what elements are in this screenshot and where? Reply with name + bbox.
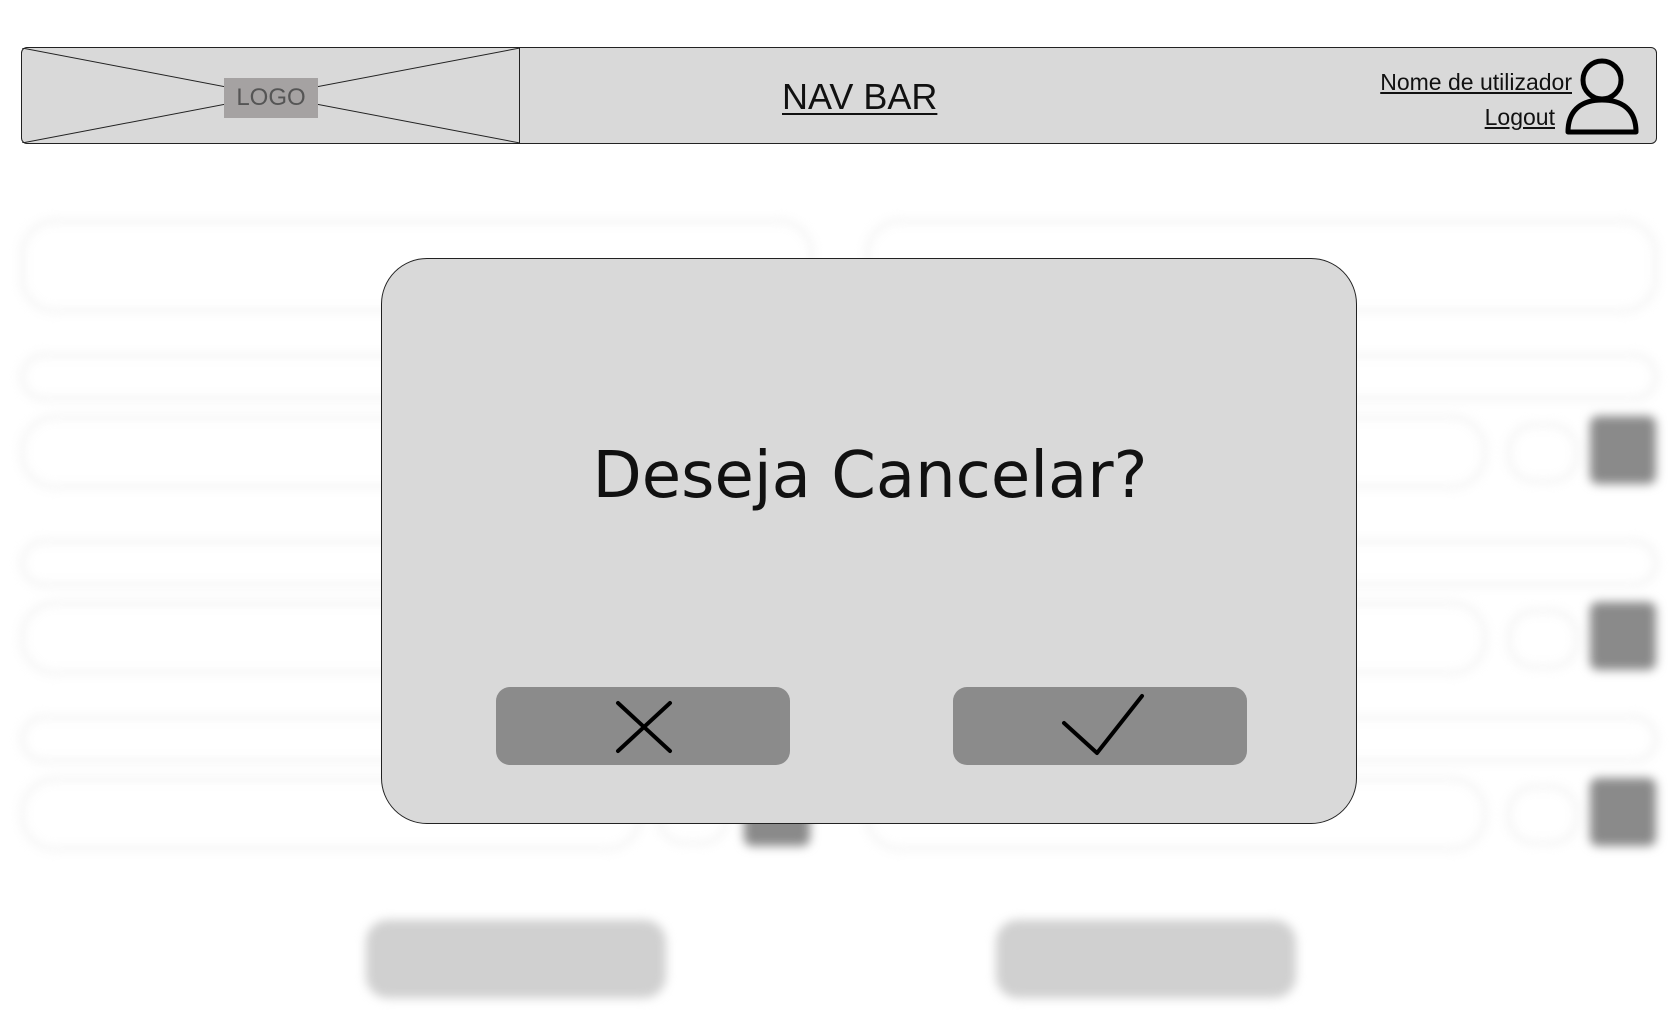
background-button — [1590, 778, 1656, 846]
logo-placeholder: LOGO — [22, 48, 520, 143]
logout-link[interactable]: Logout — [1485, 104, 1555, 131]
dialog-confirm-button[interactable] — [953, 687, 1247, 765]
page: LOGO NAV BAR Nome de utilizador Logout D… — [0, 0, 1680, 1024]
close-icon — [616, 701, 672, 753]
background-field — [1508, 610, 1578, 668]
background-field — [1508, 424, 1578, 482]
background-field — [1508, 786, 1578, 844]
check-icon — [1062, 694, 1144, 755]
nav-title: NAV BAR — [782, 76, 938, 117]
logo: LOGO — [224, 78, 318, 118]
background-button — [1590, 602, 1656, 670]
dialog-question: Deseja Cancelar? — [592, 439, 1148, 513]
user-icon[interactable] — [1562, 56, 1642, 136]
user-name-link[interactable]: Nome de utilizador — [1380, 69, 1572, 96]
background-button — [1590, 416, 1656, 484]
navbar: LOGO NAV BAR Nome de utilizador Logout — [21, 47, 1657, 144]
background-button — [996, 920, 1296, 998]
background-button — [366, 920, 666, 998]
dialog-cancel-button[interactable] — [496, 687, 790, 765]
confirm-cancel-dialog: Deseja Cancelar? — [381, 258, 1357, 824]
